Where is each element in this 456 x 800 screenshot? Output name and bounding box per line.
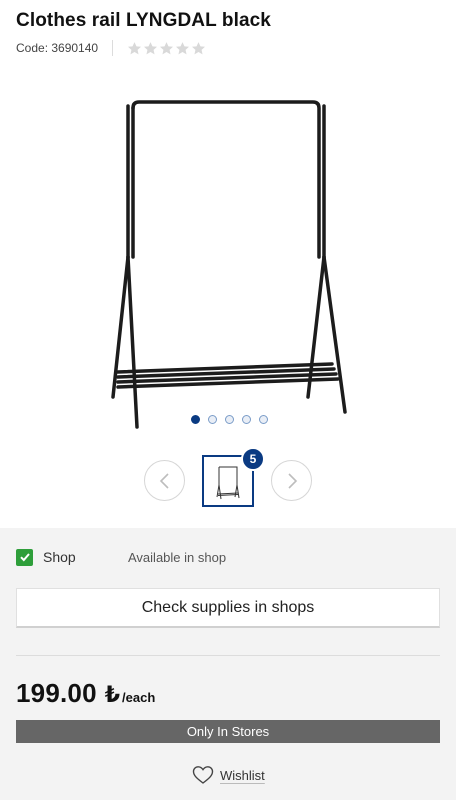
availability-label: Shop [43, 549, 76, 565]
price: 199.00 ₺ /each [16, 678, 155, 709]
image-count-badge: 5 [241, 447, 265, 471]
star-icon [192, 41, 206, 54]
prev-image-button[interactable] [144, 460, 185, 501]
carousel-dot-5[interactable] [258, 415, 268, 424]
wishlist-label[interactable]: Wishlist [220, 768, 265, 783]
star-icon [160, 41, 174, 54]
price-unit: /each [122, 690, 156, 705]
check-icon [16, 548, 33, 566]
price-value: 199.00 [16, 678, 97, 708]
check-supplies-button[interactable]: Check supplies in shops [16, 588, 440, 628]
rating-stars[interactable] [127, 41, 206, 56]
star-icon [128, 41, 142, 54]
divider [16, 655, 440, 656]
carousel-dot-4[interactable] [241, 415, 251, 424]
product-meta: Code: 3690140 [16, 40, 206, 56]
chevron-right-icon [287, 472, 297, 489]
product-code: Code: 3690140 [16, 41, 99, 55]
only-in-stores-bar: Only In Stores [16, 720, 440, 743]
product-title: Clothes rail LYNGDAL black [16, 10, 271, 31]
availability-row: Shop Available in shop [16, 548, 440, 566]
currency-symbol: ₺ [104, 682, 121, 707]
wishlist-button[interactable]: Wishlist [192, 765, 265, 785]
carousel-dot-3[interactable] [224, 415, 234, 424]
next-image-button[interactable] [271, 460, 312, 501]
star-icon [176, 41, 190, 54]
availability-status: Available in shop [128, 549, 227, 565]
heart-icon [192, 766, 214, 784]
meta-divider [112, 40, 114, 56]
carousel-dot-2[interactable] [207, 415, 217, 424]
chevron-left-icon [159, 472, 169, 489]
purchase-panel: Shop Available in shop Check supplies in… [0, 528, 456, 800]
star-icon [144, 41, 158, 54]
carousel-dots[interactable] [0, 415, 456, 424]
carousel-dot-1[interactable] [190, 415, 200, 424]
product-image[interactable] [100, 92, 360, 437]
